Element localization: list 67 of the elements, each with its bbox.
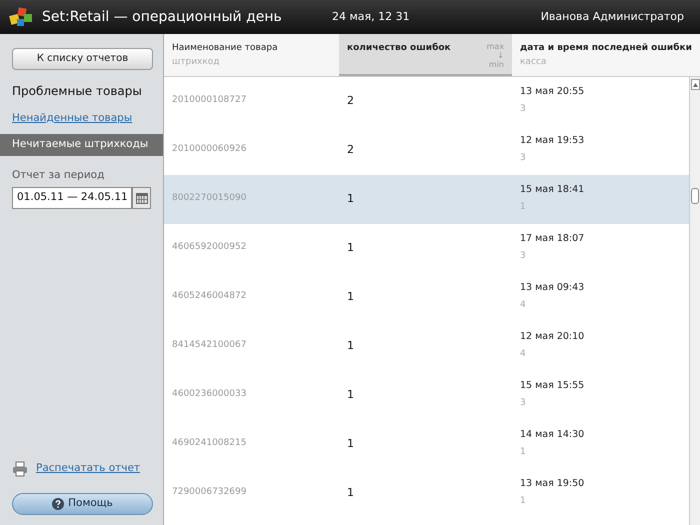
error-count-cell: 1 xyxy=(347,241,354,254)
error-count-cell: 1 xyxy=(347,388,354,401)
datetime-cell-text: 15 мая 15:55 xyxy=(520,379,584,393)
error-count-cell: 1 xyxy=(347,290,354,303)
barcode-cell: 4690241008215 xyxy=(172,438,246,448)
column-header[interactable]: дата и время последней ошибки касса xyxy=(512,34,700,76)
error-count-cell: 1 xyxy=(347,437,354,450)
calendar-icon xyxy=(134,191,148,206)
calendar-button[interactable] xyxy=(132,187,151,210)
barcode-cell: 2010000108727 xyxy=(172,95,246,105)
scroll-up-icon[interactable] xyxy=(690,79,700,90)
print-report-link[interactable]: Распечатать отчет xyxy=(36,461,140,477)
user-name: Иванова Администратор xyxy=(540,8,684,25)
register-cell-text: 1 xyxy=(520,201,526,214)
register-cell-text: 4 xyxy=(520,299,526,312)
sort-arrow: ↓ xyxy=(497,51,504,60)
column-title: дата и время последней ошибки xyxy=(520,42,692,55)
help-button[interactable]: Помощь xyxy=(12,493,153,515)
error-count-cell: 2 xyxy=(347,94,354,107)
barcode-cell: 8002270015090 xyxy=(172,193,246,203)
register-cell-text: 3 xyxy=(520,250,526,264)
period-field[interactable]: 01.05.11 — 24.05.11 xyxy=(12,187,132,210)
register-cell-text: 3 xyxy=(520,397,526,410)
register-cell-text: 1 xyxy=(520,495,526,508)
barcode-cell: 4606592000952 xyxy=(172,242,246,252)
barcode-cell: 8414542100067 xyxy=(172,340,246,350)
barcode-cell: 7290006732699 xyxy=(172,487,246,497)
column-header[interactable]: Наименование товара штрихкод xyxy=(164,34,339,76)
datetime-cell-text: 13 мая 20:55 xyxy=(520,85,584,99)
error-count-cell: 1 xyxy=(347,486,354,499)
datetime-cell-text: 14 мая 14:30 xyxy=(520,428,584,442)
column-title: Наименование товара xyxy=(172,42,279,55)
datetime-cell-text: 12 мая 19:53 xyxy=(520,134,584,148)
error-count-cell: 1 xyxy=(347,339,354,352)
table-row[interactable]: 8002270015090 1 15 мая 18:41 1 xyxy=(164,175,689,224)
logo-icon xyxy=(8,5,34,29)
report-nav-item[interactable]: Нечитаемые штрихкоды xyxy=(0,134,163,156)
error-count-cell: 2 xyxy=(347,143,354,156)
report-nav-item[interactable]: Ненайденные товары xyxy=(0,108,163,130)
barcode-cell: 4605246004872 xyxy=(172,291,246,301)
sort-min-label: min xyxy=(488,60,504,69)
back-button[interactable]: К списку отчетов xyxy=(12,48,153,70)
datetime-cell-text: 13 мая 09:43 xyxy=(520,281,584,295)
register-cell-text: 3 xyxy=(520,103,526,116)
register-cell-text: 3 xyxy=(520,152,526,166)
register-cell-text: 1 xyxy=(520,446,526,460)
printer-icon xyxy=(12,461,28,477)
barcode-cell: 4600236000033 xyxy=(172,389,246,399)
datetime-cell-text: 13 мая 19:50 xyxy=(520,477,584,491)
column-subtitle: штрихкод xyxy=(172,56,221,68)
app-title: Set:Retail — операционный день xyxy=(42,8,283,26)
sort-max-label: max xyxy=(486,42,504,51)
barcode-cell: 2010000060926 xyxy=(172,144,246,154)
column-title: количество ошибок xyxy=(347,42,452,55)
datetime-cell-text: 17 мая 18:07 xyxy=(520,232,584,246)
section-title: Проблемные товары xyxy=(11,82,143,100)
datetime-cell-text: 12 мая 20:10 xyxy=(520,330,584,344)
scroll-thumb[interactable] xyxy=(691,188,699,204)
period-label: Отчет за период xyxy=(11,168,106,182)
current-datetime: 24 мая, 12 31 xyxy=(332,8,410,25)
column-subtitle: касса xyxy=(520,56,548,68)
column-header[interactable]: количество ошибок max ↓ min xyxy=(339,34,512,76)
help-icon xyxy=(52,498,64,510)
datetime-cell-text: 15 мая 18:41 xyxy=(520,183,584,197)
register-cell-text: 4 xyxy=(520,348,526,362)
scrollbar[interactable] xyxy=(689,77,700,525)
error-count-cell: 1 xyxy=(347,192,354,205)
